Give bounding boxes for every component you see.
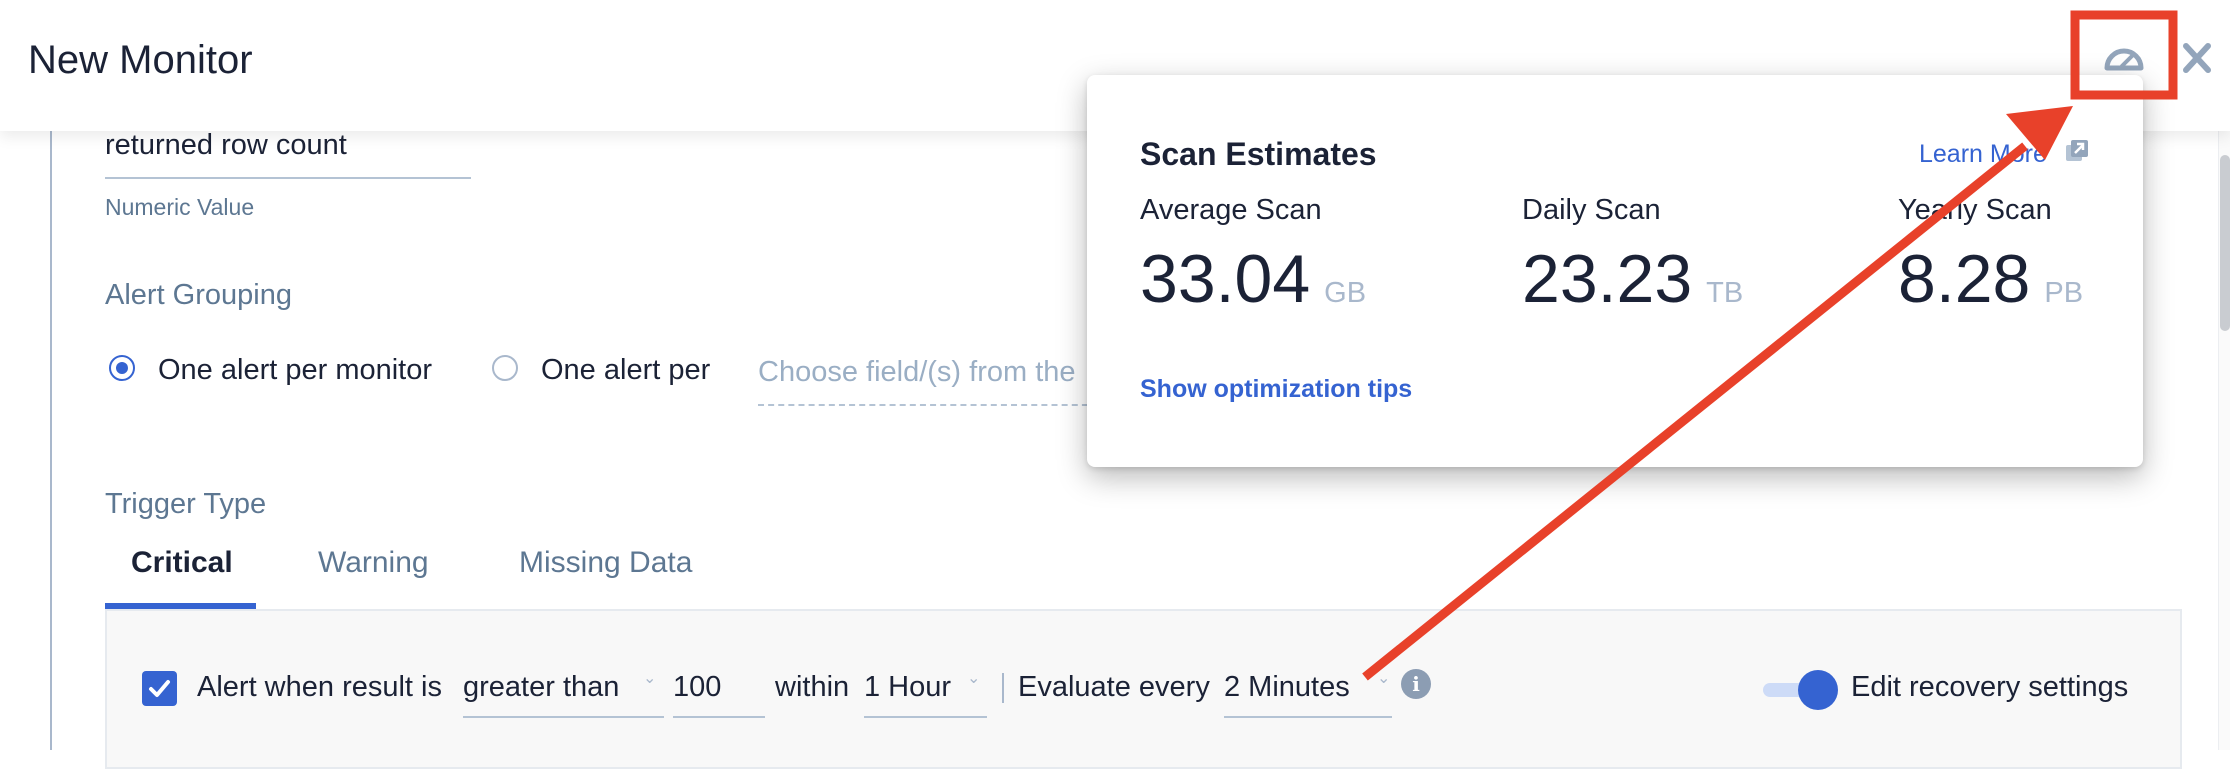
time-window-chevron-down-icon[interactable]: ⌄ <box>967 668 980 688</box>
toggle-knob <box>1798 670 1838 710</box>
alert-grouping-label: Alert Grouping <box>105 279 292 311</box>
yearly-scan-unit: PB <box>2044 277 2084 309</box>
daily-scan-number: 23.23 <box>1522 241 1693 317</box>
query-result-label: Numeric Value <box>105 194 255 220</box>
evaluate-every-label: Evaluate every <box>1018 671 1210 703</box>
info-icon[interactable]: i <box>1401 669 1431 699</box>
trigger-type-label: Trigger Type <box>105 488 267 520</box>
group-field-underline <box>758 404 1098 406</box>
external-link-icon[interactable] <box>2065 139 2089 163</box>
average-scan-value: 33.04 GB <box>1140 245 1366 313</box>
average-scan-label: Average Scan <box>1140 194 1322 226</box>
time-window-underline <box>864 716 987 718</box>
threshold-input[interactable]: 100 <box>673 671 721 704</box>
radio-one-alert-per-monitor-label[interactable]: One alert per monitor <box>158 354 432 387</box>
evaluation-interval-underline <box>1224 716 1392 718</box>
yearly-scan-label: Yearly Scan <box>1898 194 2052 226</box>
time-window-select[interactable]: 1 Hour <box>864 671 951 704</box>
query-result-underline <box>105 177 471 179</box>
recovery-settings-toggle[interactable] <box>1763 670 1838 710</box>
gauge-icon <box>2104 48 2144 71</box>
radio-one-alert-per-field[interactable] <box>492 355 518 381</box>
alert-when-label: Alert when result is <box>197 671 442 703</box>
radio-one-alert-per-monitor[interactable] <box>109 355 135 381</box>
condition-select[interactable]: greater than <box>463 671 619 704</box>
yearly-scan-number: 8.28 <box>1898 241 2031 317</box>
recovery-settings-label[interactable]: Edit recovery settings <box>1851 671 2128 704</box>
average-scan-unit: GB <box>1324 277 1367 309</box>
radio-one-alert-per-field-label[interactable]: One alert per <box>541 354 710 387</box>
critical-enabled-checkbox[interactable] <box>142 671 177 706</box>
scan-estimates-button[interactable] <box>2102 38 2146 78</box>
yearly-scan-value: 8.28 PB <box>1898 245 2083 313</box>
condition-chevron-down-icon[interactable]: ⌄ <box>643 668 656 688</box>
separator <box>1002 673 1004 703</box>
tab-critical[interactable]: Critical <box>131 546 233 580</box>
daily-scan-unit: TB <box>1706 277 1744 309</box>
daily-scan-value: 23.23 TB <box>1522 245 1743 313</box>
tab-missing-data[interactable]: Missing Data <box>519 546 692 580</box>
tab-warning[interactable]: Warning <box>318 546 429 580</box>
group-field-input[interactable]: Choose field/(s) from the <box>758 356 1098 389</box>
close-button[interactable] <box>2181 40 2213 76</box>
threshold-underline <box>673 716 765 718</box>
show-optimization-tips-link[interactable]: Show optimization tips <box>1140 375 1412 404</box>
evaluation-interval-chevron-down-icon[interactable]: ⌄ <box>1377 668 1390 688</box>
checkmark-icon <box>149 680 170 697</box>
average-scan-number: 33.04 <box>1140 241 1311 317</box>
scrollbar-thumb[interactable] <box>2220 155 2230 331</box>
page-title: New Monitor <box>28 38 253 82</box>
popover-title: Scan Estimates <box>1140 136 1377 172</box>
condition-select-underline <box>463 716 664 718</box>
close-icon <box>2183 43 2211 73</box>
learn-more-link[interactable]: Learn More <box>1919 140 2047 169</box>
scan-estimates-popover: Scan Estimates Learn More Average Scan 3… <box>1087 75 2143 467</box>
evaluation-interval-select[interactable]: 2 Minutes <box>1224 671 1350 704</box>
section-rule <box>50 131 52 750</box>
daily-scan-label: Daily Scan <box>1522 194 1661 226</box>
within-label: within <box>775 671 850 703</box>
query-result-field[interactable]: returned row count <box>105 129 347 162</box>
